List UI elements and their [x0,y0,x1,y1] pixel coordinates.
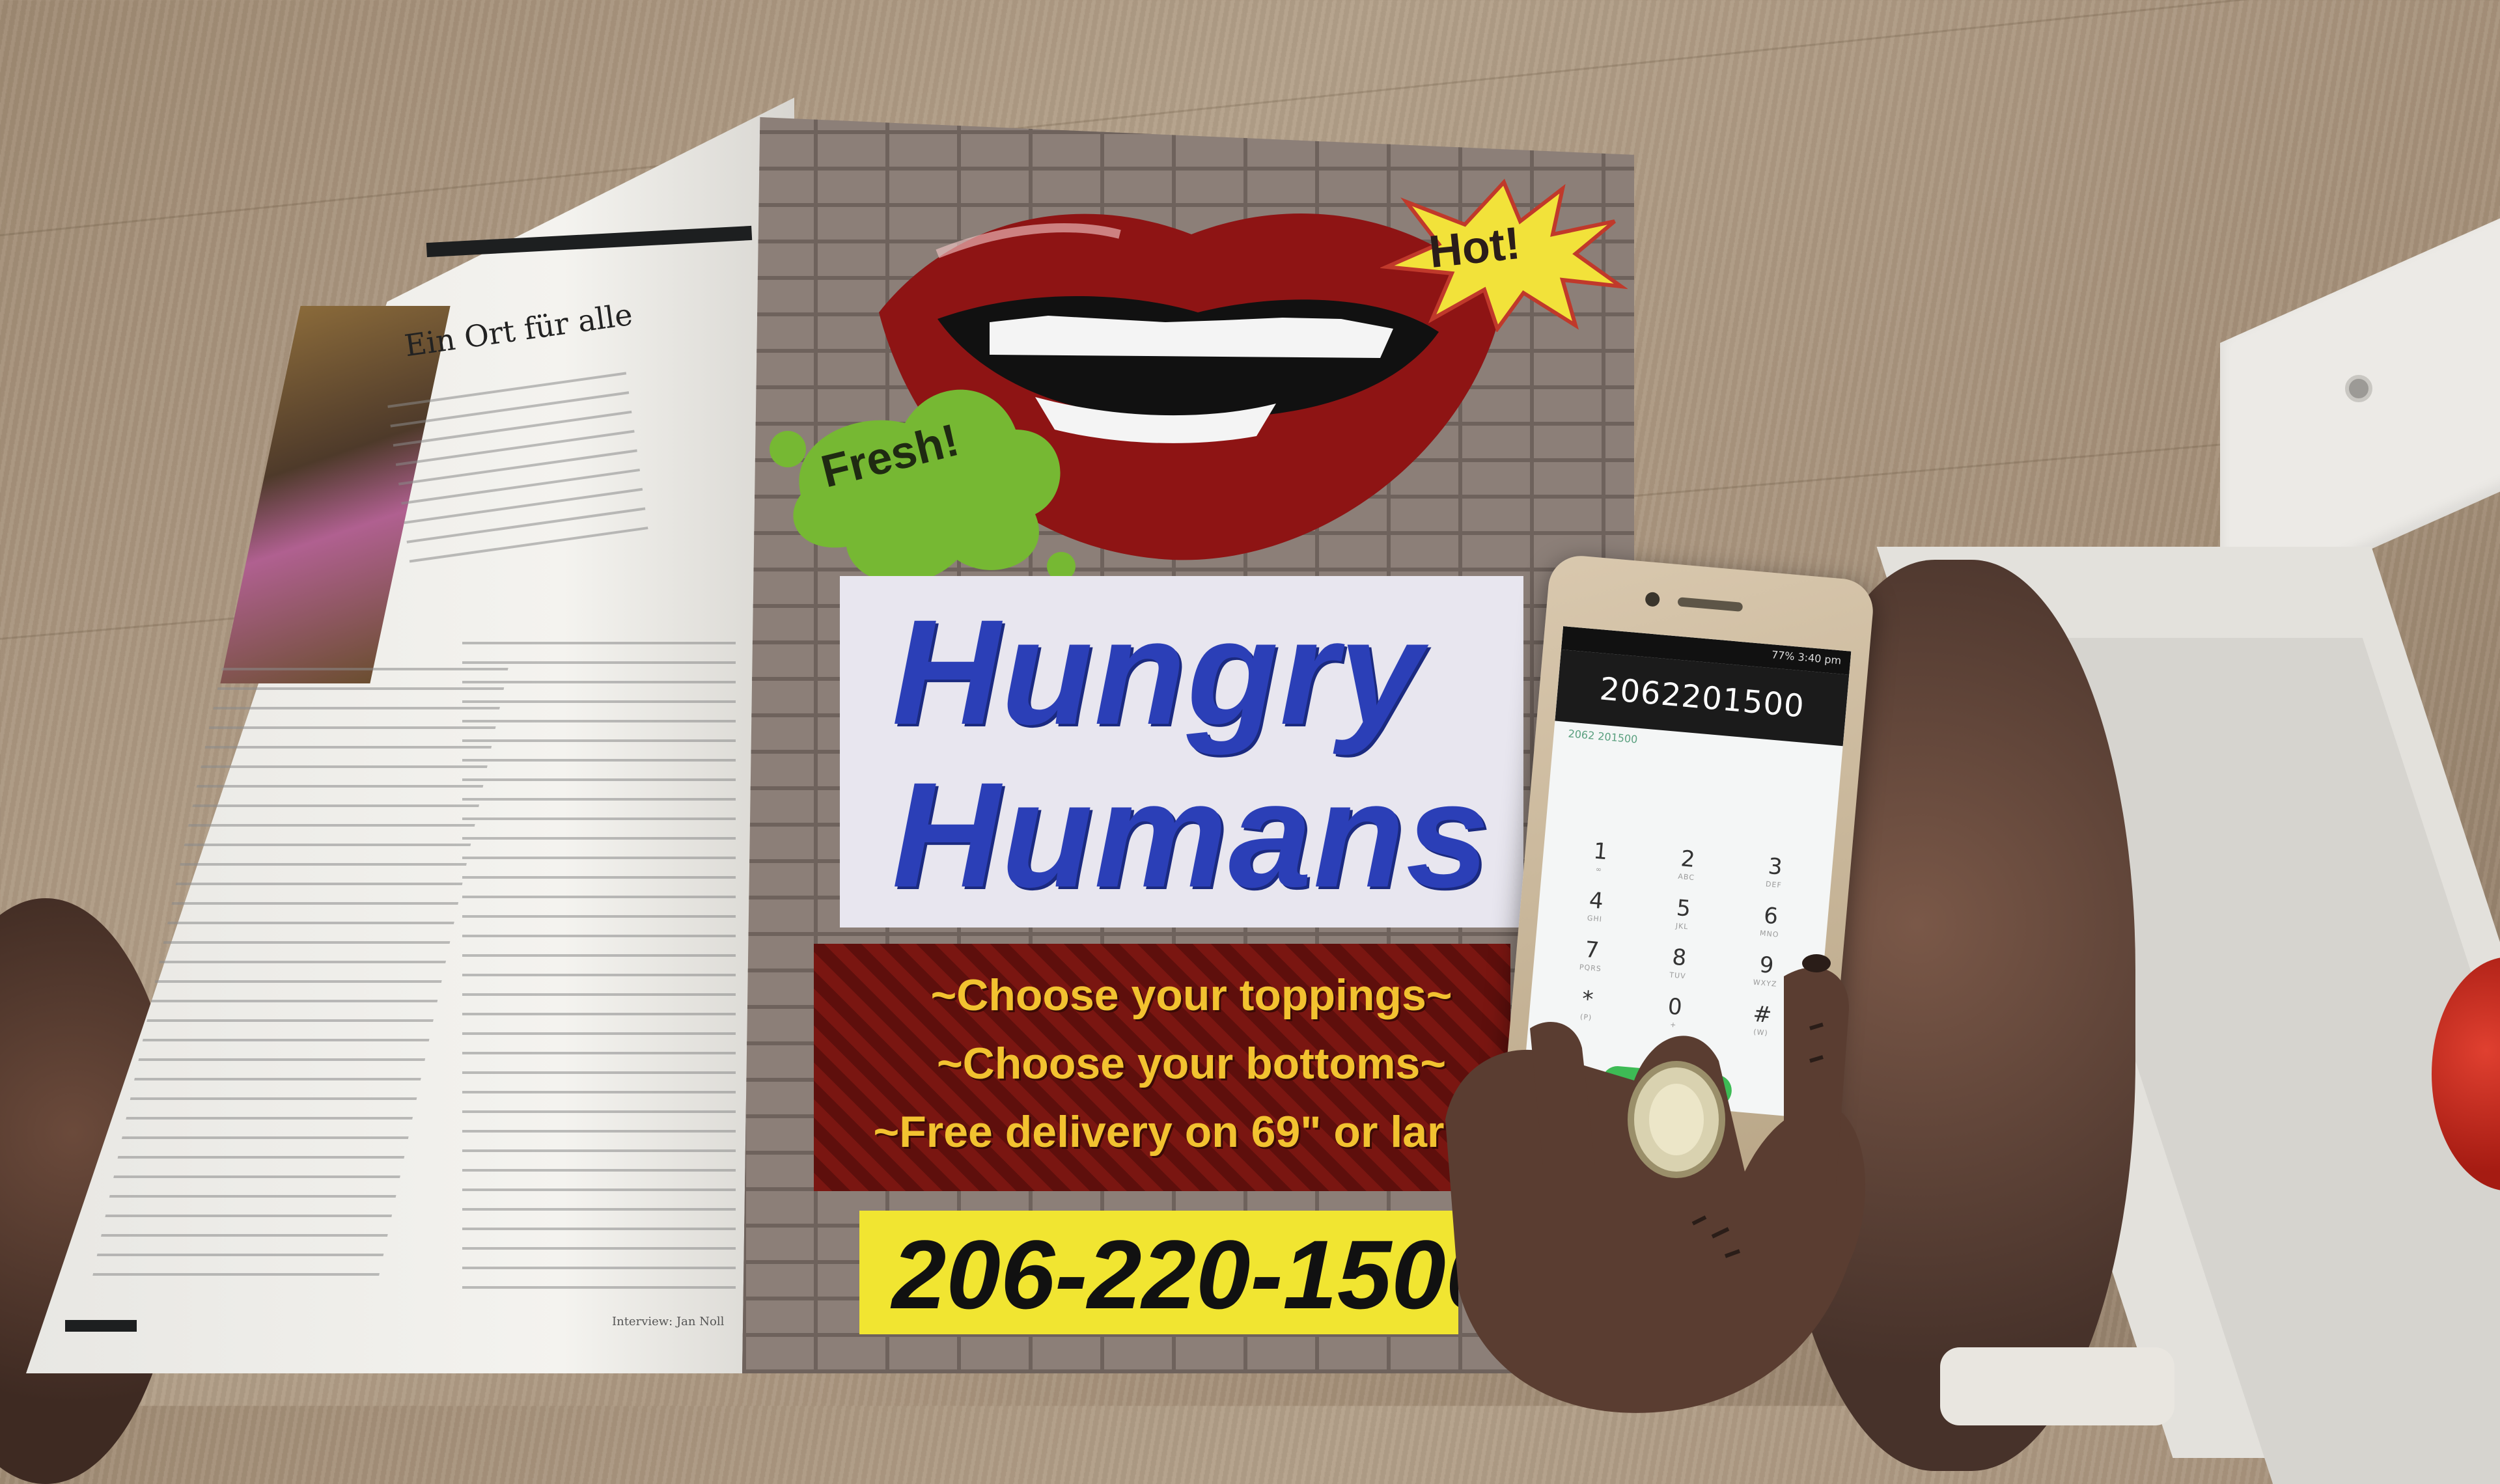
ad-title-line2: Humans [892,751,1491,918]
tagline-bottoms: ~Choose your bottoms~ [936,1039,1447,1088]
earpiece-speaker [1677,597,1743,612]
tagline-delivery: ~Free delivery on 69" or lar [873,1107,1445,1157]
magazine-intro-text [385,355,650,576]
white-shorts [1940,1347,2174,1425]
tagline-panel: ~Choose your toppings~ ~Choose your bott… [814,944,1510,1191]
magazine-column-right [462,625,736,1315]
front-camera-icon [1645,591,1661,607]
phone-number-panel: 206-220-1500 [859,1211,1458,1334]
key-5[interactable]: 5 JKL [1638,892,1729,935]
ad-title-line1: Hungry [892,588,1424,756]
hand-with-ring [1445,954,1865,1413]
hot-label: Hot! [1426,217,1523,278]
magazine-footer-bar [65,1320,137,1332]
key-6[interactable]: 6 MNO [1725,900,1816,942]
magazine-credit: Interview: Jan Noll [612,1315,725,1328]
key-4[interactable]: 4 GHI [1551,884,1641,927]
screw-icon [2345,375,2372,402]
tagline-toppings: ~Choose your toppings~ [930,970,1452,1020]
key-3[interactable]: 3 DEF [1730,850,1820,893]
key-2[interactable]: 2 ABC [1643,842,1733,885]
key-1[interactable]: 1 ∞ [1555,835,1645,878]
ad-phone-number: 206-220-1500 [892,1220,1458,1329]
fresh-splat-icon [770,389,1076,612]
